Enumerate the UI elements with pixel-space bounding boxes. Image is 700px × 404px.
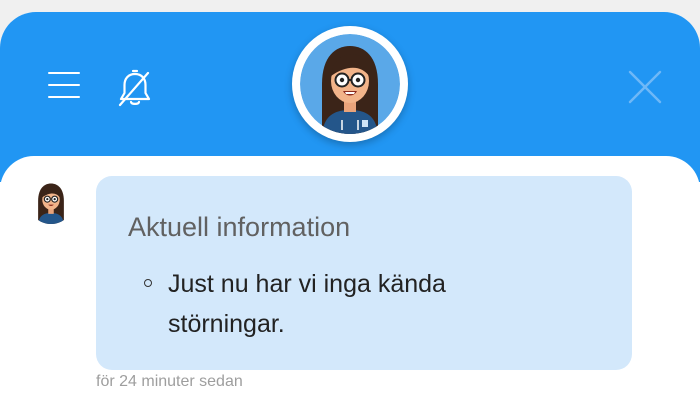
message-timestamp: för 24 minuter sedan bbox=[96, 373, 243, 390]
list-item: Just nu har vi inga kända störningar. bbox=[142, 264, 562, 344]
mute-notifications-button[interactable] bbox=[116, 68, 154, 108]
menu-icon-line bbox=[48, 84, 80, 86]
message-title: Aktuell information bbox=[128, 212, 351, 242]
message-bubble: Aktuell information Just nu har vi inga … bbox=[96, 176, 632, 370]
close-x-icon bbox=[628, 70, 662, 104]
chat-widget: Aktuell information Just nu har vi inga … bbox=[0, 12, 700, 404]
menu-icon-line bbox=[48, 72, 80, 74]
list-item-text: Just nu har vi inga kända störningar. bbox=[168, 270, 446, 338]
menu-button[interactable] bbox=[46, 70, 84, 104]
bell-off-icon bbox=[118, 69, 151, 107]
agent-avatar-icon bbox=[300, 34, 400, 134]
agent-avatar-icon bbox=[28, 178, 74, 224]
agent-avatar-large bbox=[292, 26, 408, 142]
menu-icon-line bbox=[48, 96, 80, 98]
close-button[interactable] bbox=[624, 66, 666, 108]
message-list: Just nu har vi inga kända störningar. bbox=[142, 264, 562, 344]
agent-avatar-small bbox=[28, 178, 74, 224]
bullet-icon bbox=[144, 279, 152, 287]
